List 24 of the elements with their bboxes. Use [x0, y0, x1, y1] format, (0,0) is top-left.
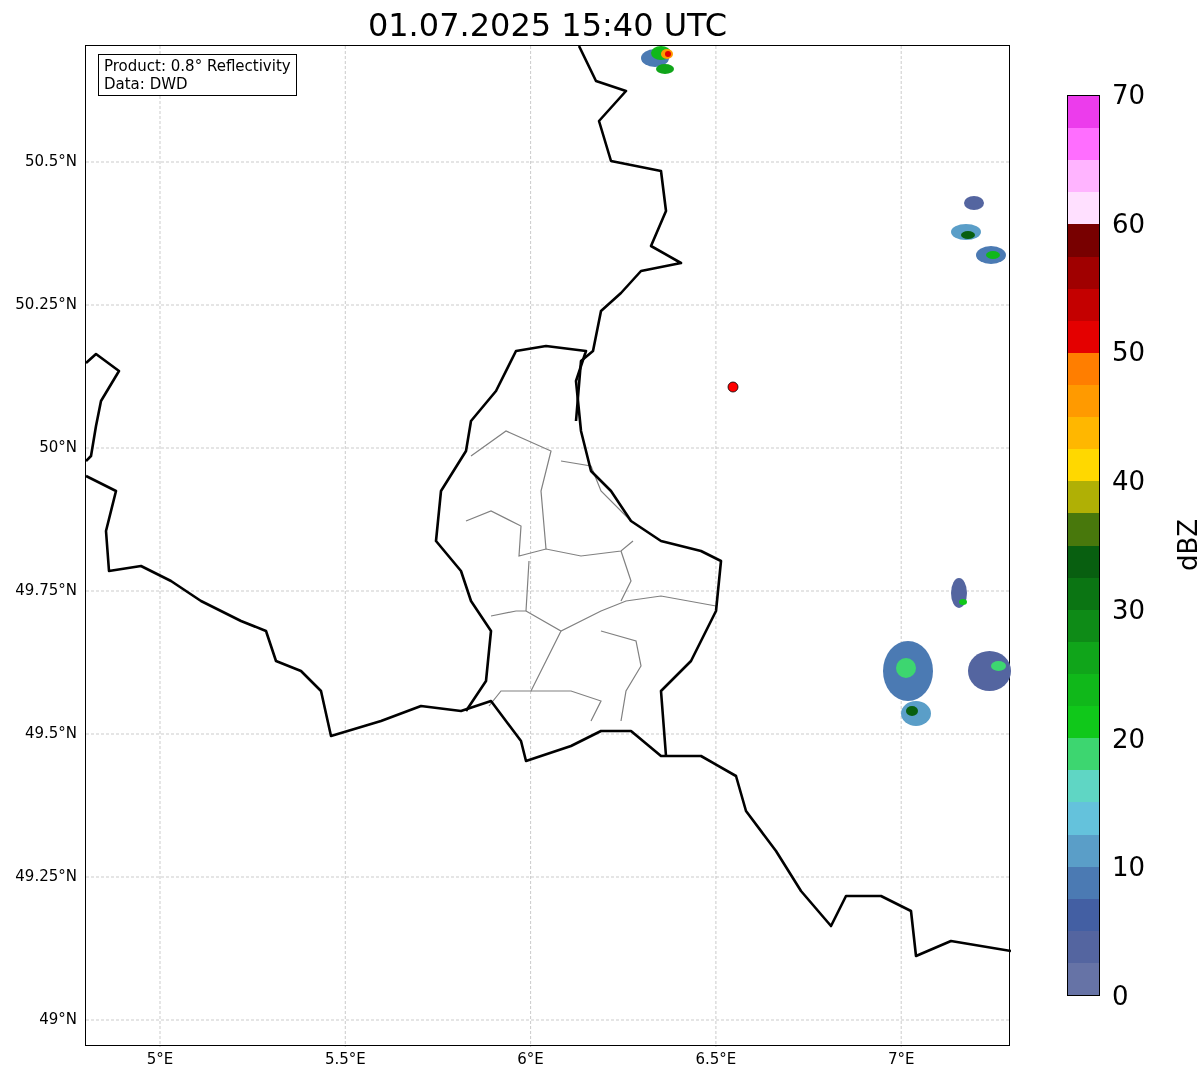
longitude-tick-label: 7°E: [887, 1050, 915, 1068]
latitude-tick-label: 49°N: [39, 1010, 77, 1028]
longitude-tick-label: 6.5°E: [695, 1050, 737, 1068]
chart-title: 01.07.2025 15:40 UTC: [367, 5, 728, 45]
colorbar-tick-label: 70: [1112, 80, 1146, 110]
latitude-tick-label: 50.5°N: [24, 152, 77, 170]
colorbar-tick-label: 0: [1112, 981, 1129, 1011]
longitude-tick-label: 5.5°E: [324, 1050, 366, 1068]
info-text: Product: 0.8° Reflectivity: [104, 57, 291, 75]
latitude-tick-label: 49.5°N: [24, 724, 77, 742]
colorbar-tick-label: 20: [1112, 723, 1146, 754]
longitude-tick-label: 5°E: [146, 1050, 174, 1068]
latitude-tick-label: 49.75°N: [15, 581, 77, 599]
colorbar-tick-label: 10: [1112, 852, 1146, 883]
colorbar-tick-label: 30: [1112, 594, 1146, 625]
latitude-tick-label: 49.25°N: [15, 867, 77, 885]
colorbar-tick-label: 50: [1112, 337, 1146, 368]
latitude-tick-label: 50.25°N: [15, 295, 77, 313]
colorbar-tick-label: 60: [1112, 208, 1146, 239]
colorbar-label: dBZ: [1173, 518, 1202, 572]
info-text: Data: DWD: [104, 75, 189, 93]
colorbar-tick-label: 40: [1112, 466, 1146, 497]
latitude-tick-label: 50°N: [39, 438, 77, 456]
longitude-tick-label: 6°E: [517, 1050, 544, 1068]
